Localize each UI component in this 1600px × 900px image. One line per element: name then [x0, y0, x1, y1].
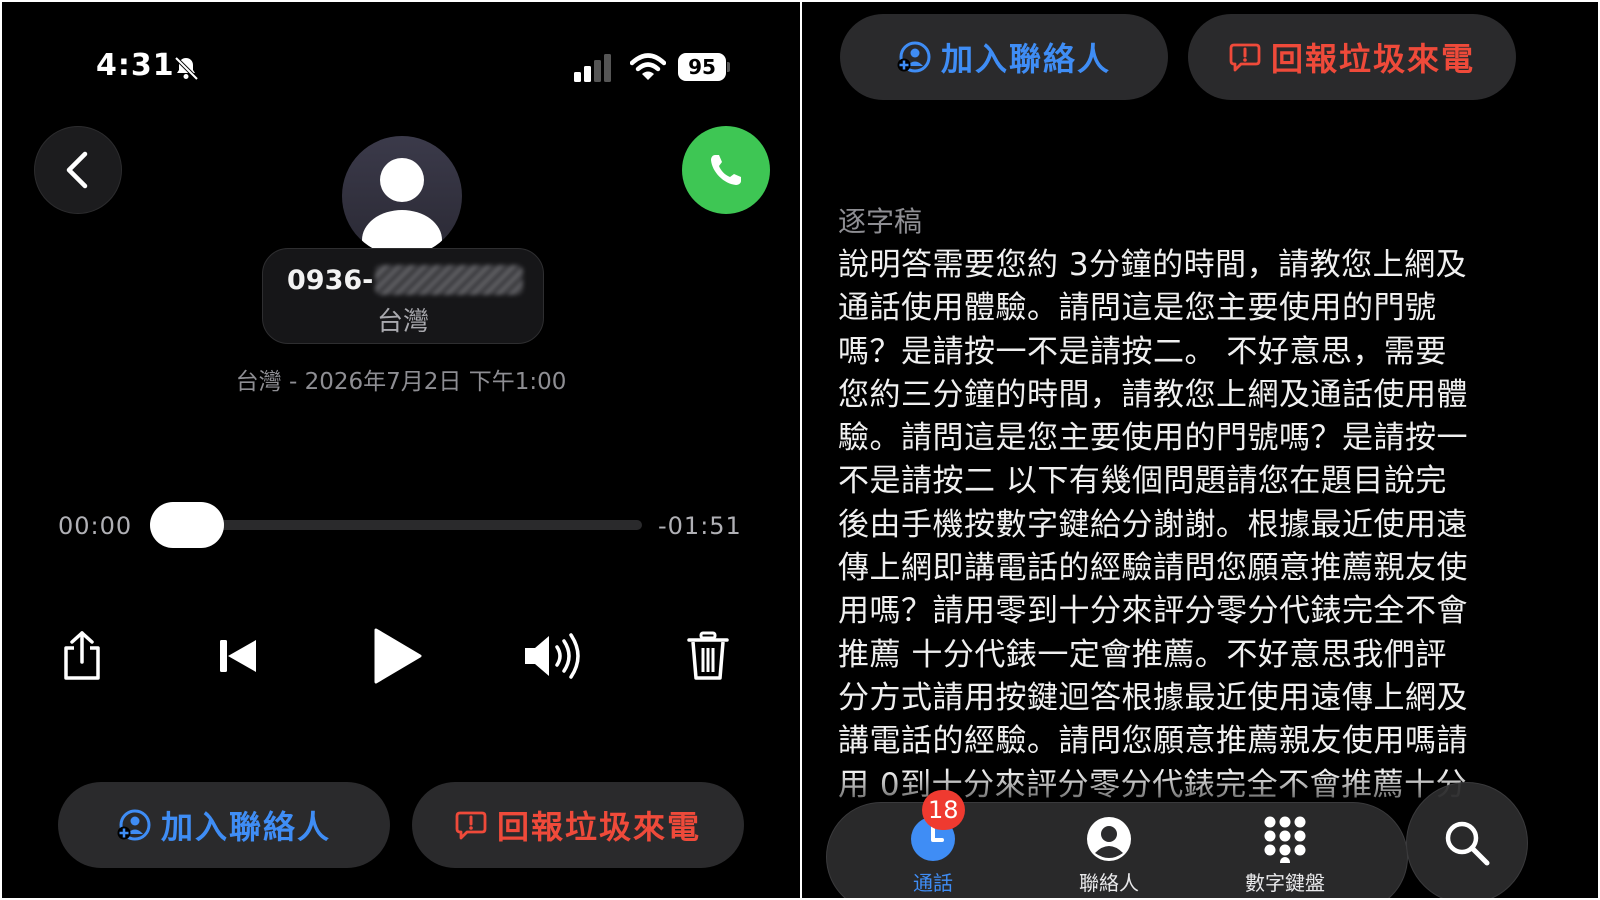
playback-scrubber[interactable]	[152, 520, 642, 530]
cellular-signal-icon	[574, 54, 611, 82]
back-button[interactable]	[34, 126, 122, 214]
transcript-line: 講電話的經驗。請問您願意推薦親友使用嗎請	[838, 723, 1468, 760]
battery-level: 95	[678, 53, 726, 81]
keypad-icon	[1264, 816, 1306, 863]
missed-calls-badge: 18	[922, 790, 965, 830]
tab-contacts[interactable]: 聯絡人	[1039, 809, 1179, 898]
transcript-line: 通話使用體驗。請問這是您主要使用的門號	[838, 290, 1437, 327]
tab-calls-label: 通話	[913, 871, 953, 895]
transcript-body: 說明答需要您約 3分鐘的時間，請教您上網及 通話使用體驗。請問這是您主要使用的門號…	[838, 244, 1518, 807]
caller-info-pill[interactable]: 0936- 台灣	[262, 248, 544, 344]
transcript-line: 用嗎？請用零到十分來評分零分代錶完全不會	[838, 593, 1468, 630]
call-back-button[interactable]	[682, 126, 770, 214]
status-bar: 4:31 95	[2, 2, 800, 122]
transcript-line: 推薦 十分代錶一定會推薦。不好意思我們評	[838, 636, 1447, 673]
add-person-icon	[117, 809, 151, 841]
add-contact-label: 加入聯絡人	[160, 808, 331, 846]
report-spam-button-top[interactable]: 回報垃圾來電	[1188, 14, 1516, 100]
wifi-icon	[630, 53, 666, 80]
report-spam-label: 回報垃圾來電	[1270, 40, 1475, 78]
scrubber-knob[interactable]	[150, 502, 224, 548]
tab-keypad-label: 數字鍵盤	[1245, 871, 1325, 895]
contact-avatar	[342, 136, 462, 256]
battery-indicator: 95	[678, 53, 730, 81]
redacted-number-blur	[375, 265, 523, 295]
transcript-title: 逐字稿	[838, 205, 923, 238]
skip-back-button[interactable]	[206, 624, 270, 688]
trash-icon	[687, 631, 729, 680]
delete-button[interactable]	[676, 624, 740, 688]
search-button[interactable]	[1406, 782, 1528, 898]
chevron-left-icon	[66, 151, 88, 189]
tab-contacts-label: 聯絡人	[1079, 871, 1139, 895]
exclamation-bubble-icon	[455, 811, 487, 840]
battery-cap	[727, 62, 730, 72]
speaker-button[interactable]	[520, 624, 584, 688]
transcript-screen: 加入聯絡人 回報垃圾來電 逐字稿 說明答需要您約 3分鐘的時間，請教您上網及 通話…	[802, 2, 1598, 898]
report-spam-button[interactable]: 回報垃圾來電	[412, 782, 744, 868]
transcript-line: 傳上網即講電話的經驗請問您願意推薦親友使	[838, 550, 1468, 587]
play-icon	[374, 628, 422, 684]
elapsed-time: 00:00	[58, 512, 133, 540]
tab-keypad[interactable]: 數字鍵盤	[1215, 809, 1355, 898]
search-icon	[1445, 821, 1490, 866]
speaker-icon	[525, 633, 580, 679]
share-button[interactable]	[50, 624, 114, 688]
phone-location: 台灣	[376, 307, 429, 337]
transcript-line: 後由手機按數字鍵給分謝謝。根據最近使用遠	[838, 506, 1468, 543]
play-button[interactable]	[364, 624, 428, 688]
exclamation-bubble-icon	[1229, 43, 1261, 72]
transcript-line: 驗。請問這是您主要使用的門號嗎？是請按一	[838, 420, 1468, 457]
share-icon	[64, 631, 100, 680]
recording-date: 台灣 - 2026年7月2日 下午1:00	[235, 369, 567, 395]
transcript-line: 說明答需要您約 3分鐘的時間，請教您上網及	[838, 247, 1468, 283]
report-spam-label: 回報垃圾來電	[496, 808, 701, 846]
remaining-time: -01:51	[658, 512, 742, 540]
add-contact-button-top[interactable]: 加入聯絡人	[840, 14, 1168, 100]
transcript-line: 您約三分鐘的時間，請教您上網及通話使用體	[838, 376, 1468, 413]
phone-icon	[711, 155, 741, 185]
bell-slash-icon	[174, 56, 199, 81]
person-silhouette-icon	[362, 158, 442, 256]
status-time: 4:31	[96, 48, 175, 83]
skip-back-icon	[220, 640, 256, 672]
transcript-line: 嗎？是請按一不是請按二。 不好意思，需要	[838, 333, 1447, 370]
transcript-line: 不是請按二 以下有幾個問題請您在題目說完	[838, 463, 1447, 500]
transcript-line: 分方式請用按鍵迴答根據最近使用遠傳上網及	[838, 679, 1468, 716]
add-contact-button[interactable]: 加入聯絡人	[58, 782, 390, 868]
add-contact-label: 加入聯絡人	[940, 40, 1111, 78]
recording-detail-screen: 4:31 95 0936- 台灣 台灣 - 2026年7月2日 下午1:00 0…	[2, 2, 800, 898]
add-person-icon	[897, 41, 931, 73]
phone-number: 0936-	[287, 265, 374, 296]
bottom-tab-bar: 通話 聯絡人 數字鍵盤	[826, 802, 1408, 898]
person-circle-icon	[1087, 817, 1131, 861]
